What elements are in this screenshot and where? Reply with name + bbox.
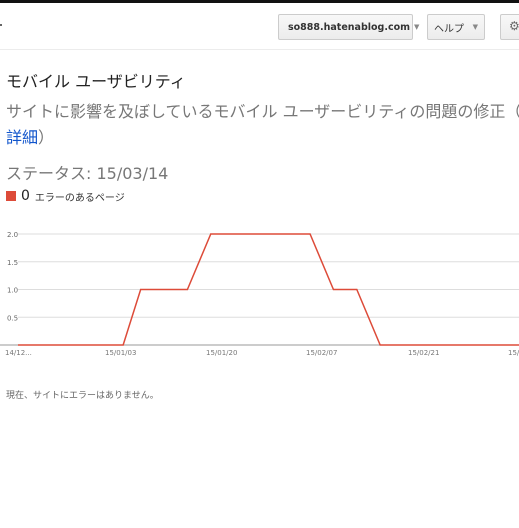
x-tick-label: 15/01/03 bbox=[105, 349, 136, 357]
details-link[interactable]: 詳細 bbox=[6, 128, 38, 147]
x-tick-label: 14/12... bbox=[5, 349, 32, 357]
account-label: so888.hatenablog.com bbox=[288, 21, 411, 33]
settings-button[interactable]: ⚙ bbox=[500, 14, 519, 40]
chevron-down-icon: ▼ bbox=[472, 23, 478, 31]
chart-legend: 0 エラーのあるページ bbox=[6, 188, 125, 204]
x-tick-label: 15/02/21 bbox=[408, 349, 439, 357]
edge-marker bbox=[0, 24, 2, 26]
x-tick-label: 15/02/07 bbox=[306, 349, 337, 357]
subtitle-text: サイトに影響を及ぼしているモバイル ユーザービリティの問題の修正（ bbox=[6, 102, 519, 121]
subtitle-close: ） bbox=[38, 128, 55, 147]
gear-icon: ⚙ bbox=[509, 19, 519, 33]
status-line: ステータス: 15/03/14 bbox=[6, 164, 169, 183]
y-tick-label: 0.5 bbox=[7, 314, 18, 322]
account-button[interactable]: so888.hatenablog.com ▼ bbox=[278, 14, 419, 40]
y-tick-label: 1.0 bbox=[7, 287, 18, 295]
page-title: モバイル ユーザビリティ bbox=[6, 72, 186, 91]
y-tick-label: 1.5 bbox=[7, 259, 18, 267]
chevron-down-icon: ▼ bbox=[414, 23, 420, 31]
help-label: ヘルプ bbox=[434, 23, 464, 35]
page-subtitle: サイトに影響を及ぼしているモバイル ユーザービリティの問題の修正（ 詳細） bbox=[6, 99, 519, 151]
help-button[interactable]: ヘルプ ▼ bbox=[427, 14, 485, 40]
y-tick-label: 2.0 bbox=[7, 231, 18, 239]
legend-count: 0 bbox=[21, 188, 30, 204]
x-tick-label: 15/01/20 bbox=[206, 349, 237, 357]
x-tick-label: 15/0... bbox=[508, 349, 519, 357]
no-errors-message: 現在、サイトにエラーはありません。 bbox=[6, 391, 159, 401]
top-bar: so888.hatenablog.com ▼ ヘルプ ▼ ⚙ bbox=[0, 0, 519, 50]
errors-line-chart: 2.0 1.5 1.0 0.5 14/12... 15/01/03 15/01/20 15/0… bbox=[0, 231, 519, 357]
legend-swatch bbox=[6, 191, 16, 201]
legend-label: エラーのあるページ bbox=[34, 192, 125, 204]
